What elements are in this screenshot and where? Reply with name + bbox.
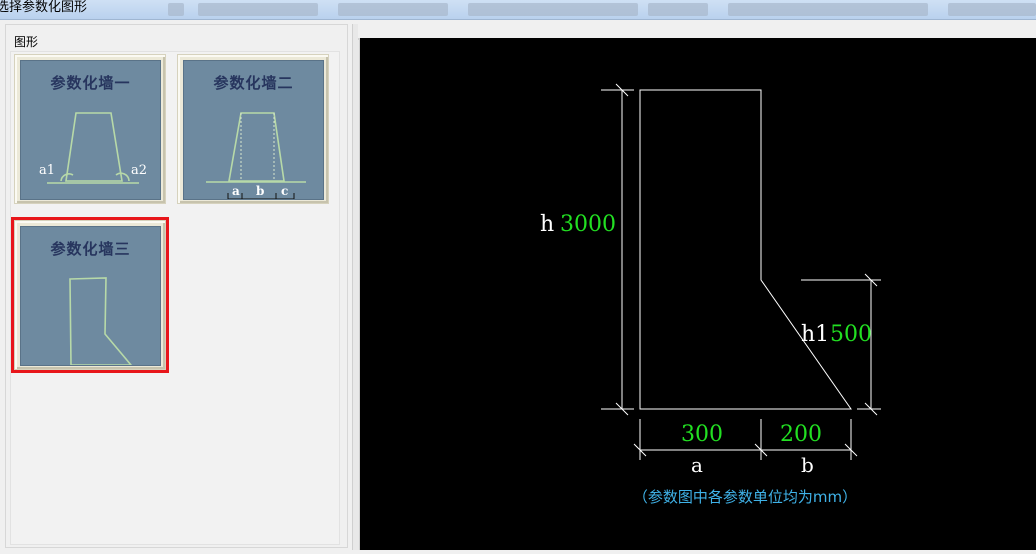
thumbnail-canvas: 参数化墙三 [20,226,161,366]
param-value-a: 300 [681,422,723,447]
dim-label-a: a [232,184,240,198]
param-value-b: 200 [780,422,822,447]
shape-group-label: 图形 [14,35,39,49]
wall-1-shape-drawing: a1 a2 [39,112,147,184]
shape-thumbnail-wall-1[interactable]: 参数化墙一 a1 a2 [14,54,166,204]
wall-2-shape-drawing: a b c [206,112,306,199]
thumbnail-canvas: 参数化墙二 a b c [183,60,324,200]
shape-thumbnail-wall-3[interactable]: 参数化墙三 [11,217,169,373]
param-name-h1: h1 [801,322,829,347]
parametric-preview-canvas: h 3000 h1 500 300 200 a b （参数图中各参数单位均为mm… [360,38,1036,550]
param-value-h1: 500 [830,322,872,347]
shape-thumbnail-wall-2[interactable]: 参数化墙二 a b c [177,54,329,204]
param-name-b: b [801,453,814,477]
dim-label-a1: a1 [39,163,55,178]
param-value-h: 3000 [560,212,616,237]
wall-3-shape-drawing [69,277,133,365]
dim-label-c: c [281,184,288,198]
thumbnail-canvas: 参数化墙一 a1 a2 [20,60,161,200]
background-window-strip [168,3,1036,17]
shape-list[interactable]: 参数化墙一 a1 a2 参数化墙二 a b c 参数化墙三 [10,51,340,545]
dim-label-b: b [256,184,264,198]
param-name-a: a [691,453,703,477]
window-title: 选择参数化图形 [0,0,88,15]
shape-group-panel: 图形 参数化墙一 a1 a2 参数化墙二 a b c 参数化墙三 [5,24,348,548]
wall-3-parameter-diagram: h 3000 h1 500 300 200 a b [540,83,881,477]
panel-splitter[interactable] [352,24,360,550]
dim-label-a2: a2 [131,163,147,178]
wall-outline [639,89,852,410]
unit-note: （参数图中各参数单位均为mm） [632,488,858,506]
title-bar: 选择参数化图形 [0,0,1036,20]
param-name-h: h [540,212,554,237]
